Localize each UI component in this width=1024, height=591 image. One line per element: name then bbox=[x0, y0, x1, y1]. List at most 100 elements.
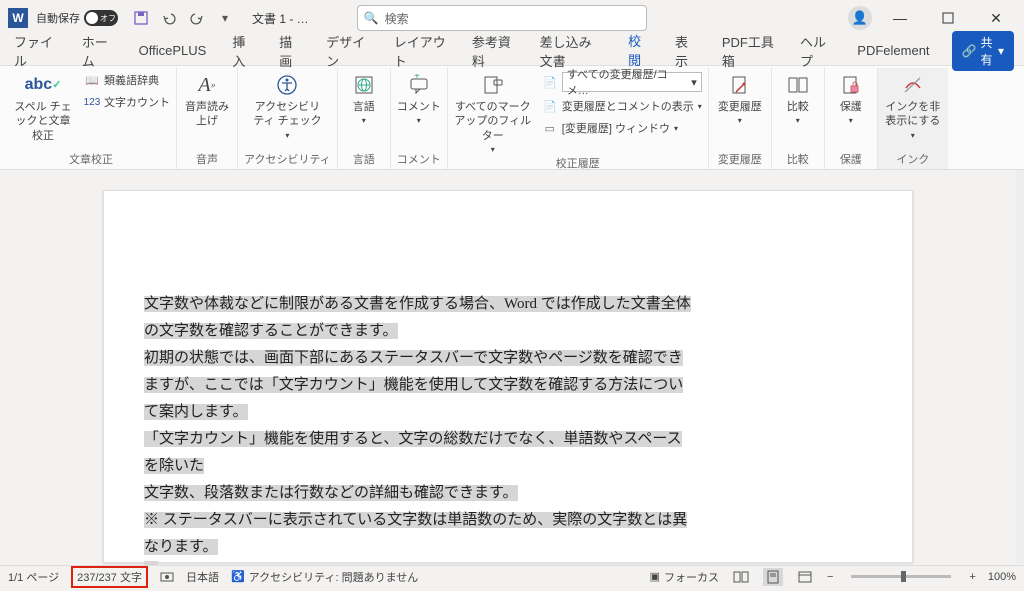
tab-officeplus[interactable]: OfficePLUS bbox=[135, 39, 211, 62]
tab-layout[interactable]: レイアウト bbox=[390, 28, 450, 74]
body-text[interactable]: 文字数や体裁などに制限がある文書を作成する場合、Word では作成した文書全体の… bbox=[144, 291, 694, 591]
document-area: 文字数や体裁などに制限がある文書を作成する場合、Word では作成した文書全体の… bbox=[0, 170, 1016, 563]
tab-file[interactable]: ファイル bbox=[10, 28, 60, 74]
a11y-check-button[interactable]: アクセシビリティ チェック ▾ bbox=[252, 72, 322, 141]
tab-draw[interactable]: 描画 bbox=[275, 28, 304, 74]
autosave-label: 自動保存 bbox=[36, 10, 80, 26]
wordcount-icon: 123 bbox=[84, 94, 100, 110]
wordcount-button[interactable]: 123文字カウント bbox=[84, 94, 170, 110]
globe-icon bbox=[351, 72, 377, 98]
protect-button[interactable]: 保護 ▾ bbox=[831, 72, 871, 127]
chevron-down-icon: ▾ bbox=[796, 116, 800, 126]
chevron-down-icon: ▾ bbox=[698, 102, 702, 111]
show-markup-icon: 📄 bbox=[542, 98, 558, 114]
svg-text:+: + bbox=[414, 74, 420, 82]
group-compare: 比較 ▾ 比較 bbox=[772, 68, 825, 169]
close-button[interactable]: ✕ bbox=[976, 2, 1016, 34]
quick-access-toolbar: ▾ bbox=[132, 9, 234, 27]
a11y-icon bbox=[274, 72, 300, 98]
group-speech: A» 音声読み上げ 音声 bbox=[177, 68, 238, 169]
focus-icon: ▣ bbox=[650, 570, 660, 583]
group-ink: インクを非表示にする ▾ インク bbox=[878, 68, 948, 169]
chevron-down-icon: ▾ bbox=[911, 131, 915, 141]
tracking-combo[interactable]: 📄 すべての変更履歴/コメ…▾ bbox=[542, 72, 702, 92]
tracking-icon: 📄 bbox=[542, 74, 558, 90]
chevron-down-icon: ▾ bbox=[285, 131, 289, 141]
tab-pdftools[interactable]: PDF工具箱 bbox=[718, 28, 778, 74]
chevron-down-icon: ▾ bbox=[998, 44, 1004, 58]
compare-icon bbox=[785, 72, 811, 98]
zoom-slider[interactable] bbox=[851, 575, 951, 578]
account-button[interactable]: 👤 bbox=[848, 6, 872, 30]
tracking-window-button[interactable]: ▭[変更履歴] ウィンドウ▾ bbox=[542, 120, 702, 136]
save-button[interactable] bbox=[132, 9, 150, 27]
web-layout-button[interactable] bbox=[795, 568, 815, 586]
status-wordcount[interactable]: 237/237 文字 bbox=[71, 566, 148, 588]
group-tracking: すべてのマークアップのフィルター ▾ 📄 すべての変更履歴/コメ…▾ 📄変更履歴… bbox=[448, 68, 709, 169]
autosave-toggle[interactable]: 自動保存 オフ bbox=[36, 10, 118, 26]
status-a11y[interactable]: ♿アクセシビリティ: 問題ありません bbox=[231, 569, 418, 585]
readaloud-icon: A» bbox=[194, 72, 220, 98]
zoom-out-button[interactable]: − bbox=[827, 571, 833, 583]
tab-insert[interactable]: 挿入 bbox=[228, 28, 257, 74]
share-icon: 🔗 bbox=[962, 44, 977, 58]
print-layout-button[interactable] bbox=[763, 568, 783, 586]
zoom-in-button[interactable]: + bbox=[969, 571, 975, 583]
thesaurus-icon: 📖 bbox=[84, 72, 100, 88]
scrollbar[interactable] bbox=[1016, 170, 1024, 563]
chevron-down-icon: ▾ bbox=[849, 116, 853, 126]
comment-button[interactable]: + コメント ▾ bbox=[397, 72, 441, 127]
chevron-down-icon: ▾ bbox=[674, 124, 678, 133]
qat-dropdown-icon[interactable]: ▾ bbox=[216, 9, 234, 27]
ink-icon bbox=[900, 72, 926, 98]
ribbon-tabs: ファイル ホーム OfficePLUS 挿入 描画 デザイン レイアウト 参考資… bbox=[0, 36, 1024, 66]
tab-design[interactable]: デザイン bbox=[322, 28, 372, 74]
status-page[interactable]: 1/1 ページ bbox=[8, 569, 59, 585]
show-markup-button[interactable]: 📄変更履歴とコメントの表示▾ bbox=[542, 98, 702, 114]
maximize-button[interactable] bbox=[928, 2, 968, 34]
spelling-icon: abc✓ bbox=[30, 72, 56, 98]
tab-help[interactable]: ヘルプ bbox=[796, 28, 835, 74]
chevron-down-icon: ▾ bbox=[417, 116, 421, 126]
spelling-button[interactable]: abc✓ スペル チェックと文章校正 bbox=[12, 72, 74, 143]
tab-home[interactable]: ホーム bbox=[78, 28, 117, 74]
language-button[interactable]: 言語 ▾ bbox=[344, 72, 384, 127]
word-icon: W bbox=[8, 8, 28, 28]
status-macro[interactable] bbox=[160, 570, 174, 584]
group-proofing: abc✓ スペル チェックと文章校正 📖類義語辞典 123文字カウント 文章校正 bbox=[6, 68, 177, 169]
thesaurus-button[interactable]: 📖類義語辞典 bbox=[84, 72, 170, 88]
status-language[interactable]: 日本語 bbox=[186, 569, 219, 585]
changes-icon bbox=[727, 72, 753, 98]
readaloud-button[interactable]: A» 音声読み上げ bbox=[183, 72, 231, 129]
changes-button[interactable]: 変更履歴 ▾ bbox=[715, 72, 765, 127]
document-title: 文書 1 - … bbox=[252, 10, 309, 27]
chevron-down-icon: ▾ bbox=[362, 116, 366, 126]
undo-button[interactable] bbox=[160, 9, 178, 27]
search-icon: 🔍 bbox=[364, 11, 379, 25]
compare-button[interactable]: 比較 ▾ bbox=[778, 72, 818, 127]
toggle-off-icon[interactable]: オフ bbox=[84, 10, 118, 26]
minimize-button[interactable]: — bbox=[880, 2, 920, 34]
chevron-down-icon: ▾ bbox=[738, 116, 742, 126]
group-comments: + コメント ▾ コメント bbox=[391, 68, 448, 169]
ribbon: abc✓ スペル チェックと文章校正 📖類義語辞典 123文字カウント 文章校正… bbox=[0, 66, 1024, 170]
a11y-status-icon: ♿ bbox=[231, 570, 245, 583]
chevron-down-icon: ▾ bbox=[691, 76, 697, 89]
group-a11y: アクセシビリティ チェック ▾ アクセシビリティ bbox=[238, 68, 338, 169]
status-bar: 1/1 ページ 237/237 文字 日本語 ♿アクセシビリティ: 問題ありませ… bbox=[0, 565, 1024, 587]
markup-icon bbox=[480, 72, 506, 98]
tab-pdfelement[interactable]: PDFelement bbox=[853, 39, 933, 62]
page[interactable]: 文字数や体裁などに制限がある文書を作成する場合、Word では作成した文書全体の… bbox=[103, 190, 913, 563]
hide-ink-button[interactable]: インクを非表示にする ▾ bbox=[884, 72, 942, 141]
read-mode-button[interactable] bbox=[731, 568, 751, 586]
window-icon: ▭ bbox=[542, 120, 558, 136]
zoom-level[interactable]: 100% bbox=[988, 571, 1016, 583]
share-button[interactable]: 🔗 共有 ▾ bbox=[952, 31, 1014, 71]
tab-references[interactable]: 参考資料 bbox=[468, 28, 518, 74]
comment-icon: + bbox=[406, 72, 432, 98]
redo-button[interactable] bbox=[188, 9, 206, 27]
focus-mode-button[interactable]: ▣フォーカス bbox=[650, 569, 719, 585]
markup-filter-button[interactable]: すべてのマークアップのフィルター ▾ bbox=[454, 72, 532, 155]
group-label: 文章校正 bbox=[69, 151, 113, 169]
group-language: 言語 ▾ 言語 bbox=[338, 68, 391, 169]
